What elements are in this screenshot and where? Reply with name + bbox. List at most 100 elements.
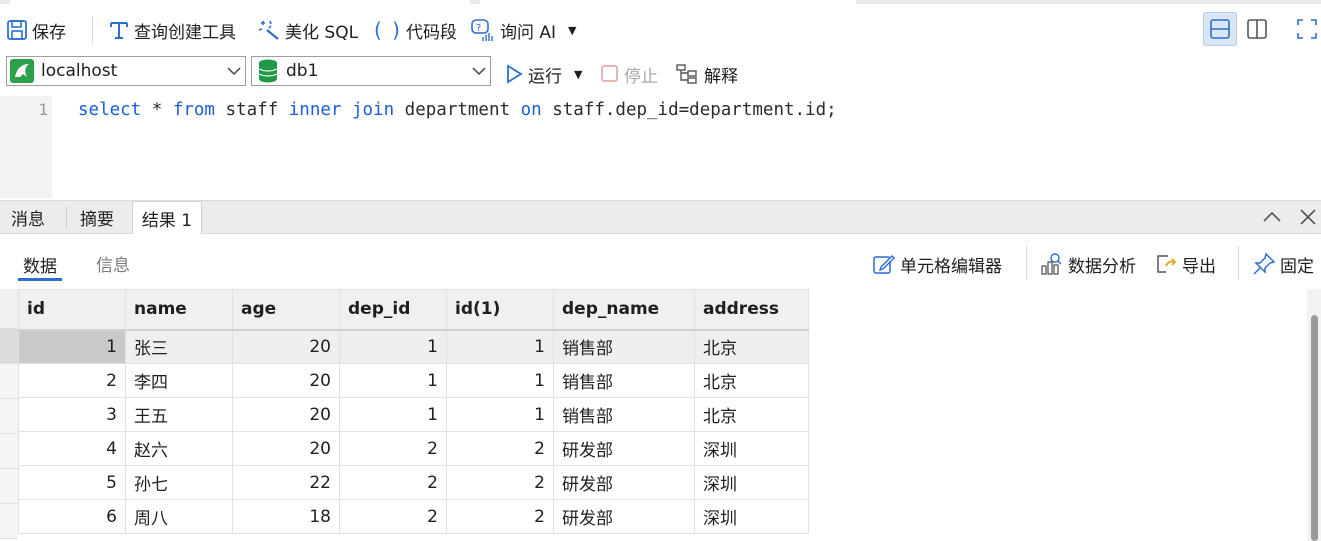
result-table[interactable]: id name age dep_id id(1) dep_name address 1 张三 2…: [18, 289, 809, 534]
table-cell[interactable]: 1: [446, 363, 554, 398]
table-cell[interactable]: 20: [232, 431, 340, 466]
table-cell[interactable]: 张三: [125, 329, 233, 364]
scrollbar-thumb[interactable]: [1311, 315, 1318, 541]
table-cell[interactable]: 研发部: [553, 431, 695, 466]
table-cell[interactable]: 王五: [125, 397, 233, 432]
layout-vertical-button[interactable]: [1240, 12, 1274, 46]
subtab-info[interactable]: 信息: [96, 250, 130, 276]
table-cell[interactable]: 销售部: [553, 363, 695, 398]
caret-down-icon[interactable]: ▼: [574, 68, 582, 81]
column-header[interactable]: dep_id: [339, 289, 447, 331]
save-label: 保存: [32, 22, 66, 43]
sql-code-line[interactable]: select * from staff inner join departmen…: [78, 98, 837, 122]
table-cell[interactable]: 北京: [694, 329, 809, 364]
beautify-sql-button[interactable]: 美化 SQL: [257, 14, 358, 46]
tab-result-1[interactable]: 结果 1: [132, 201, 202, 234]
table-cell[interactable]: 李四: [125, 363, 233, 398]
table-cell[interactable]: 2: [446, 431, 554, 466]
table-cell[interactable]: 20: [232, 397, 340, 432]
pin-button[interactable]: 固定: [1252, 250, 1314, 278]
table-cell[interactable]: 赵六: [125, 431, 233, 466]
table-cell[interactable]: 1: [446, 397, 554, 432]
table-cell[interactable]: 1: [446, 329, 554, 364]
row-header[interactable]: [0, 364, 18, 399]
table-cell[interactable]: 20: [232, 363, 340, 398]
row-header[interactable]: [0, 504, 18, 539]
grid-corner[interactable]: [0, 289, 18, 329]
top-tab-segment[interactable]: [10, 0, 470, 4]
save-button[interactable]: 保存: [6, 14, 66, 46]
result-data-grid[interactable]: id name age dep_id id(1) dep_name address 1 张三 2…: [0, 289, 1321, 541]
table-cell[interactable]: 1: [339, 329, 447, 364]
table-cell[interactable]: 2: [446, 465, 554, 500]
column-header[interactable]: id(1): [446, 289, 554, 331]
table-cell[interactable]: 1: [18, 329, 126, 364]
collapse-panel-button[interactable]: [1260, 205, 1284, 229]
column-header[interactable]: address: [694, 289, 809, 331]
tab-summary[interactable]: 摘要: [66, 201, 128, 234]
table-cell[interactable]: 2: [339, 465, 447, 500]
top-tab-segment[interactable]: [480, 0, 856, 4]
cell-editor-button[interactable]: 单元格编辑器: [872, 250, 1002, 278]
table-cell[interactable]: 2: [18, 363, 126, 398]
table-cell[interactable]: 孙七: [125, 465, 233, 500]
table-cell[interactable]: 深圳: [694, 465, 809, 500]
server-select[interactable]: localhost: [6, 56, 246, 86]
table-cell[interactable]: 6: [18, 499, 126, 534]
table-cell[interactable]: 北京: [694, 363, 809, 398]
table-cell[interactable]: 销售部: [553, 329, 695, 364]
toolbar-divider: [1026, 246, 1027, 280]
row-header[interactable]: [0, 434, 18, 469]
table-cell[interactable]: 22: [232, 465, 340, 500]
ask-ai-button[interactable]: ? 询问 AI ▼: [470, 14, 577, 46]
close-panel-button[interactable]: [1296, 205, 1320, 229]
table-row[interactable]: 5 孙七 22 2 2 研发部 深圳: [18, 465, 809, 500]
code-snippets-button[interactable]: ( ) 代码段: [374, 14, 457, 46]
table-cell[interactable]: 1: [339, 363, 447, 398]
table-cell[interactable]: 销售部: [553, 397, 695, 432]
table-cell[interactable]: 深圳: [694, 431, 809, 466]
export-button[interactable]: 导出: [1154, 250, 1216, 278]
sql-editor[interactable]: 1 select * from staff inner join departm…: [0, 96, 1321, 198]
data-analysis-button[interactable]: 数据分析: [1040, 250, 1136, 278]
subtab-data[interactable]: 数据: [18, 250, 62, 281]
table-cell[interactable]: 20: [232, 329, 340, 364]
row-header[interactable]: [0, 329, 18, 364]
caret-down-icon[interactable]: ▼: [568, 24, 576, 37]
table-cell[interactable]: 北京: [694, 397, 809, 432]
stop-button[interactable]: 停止: [600, 58, 658, 90]
table-cell[interactable]: 深圳: [694, 499, 809, 534]
table-cell[interactable]: 研发部: [553, 465, 695, 500]
tab-messages[interactable]: 消息: [0, 201, 56, 234]
layout-horizontal-button[interactable]: [1203, 12, 1237, 46]
table-header-row: id name age dep_id id(1) dep_name address: [18, 289, 809, 331]
table-row[interactable]: 4 赵六 20 2 2 研发部 深圳: [18, 431, 809, 466]
table-row[interactable]: 2 李四 20 1 1 销售部 北京: [18, 363, 809, 398]
table-row[interactable]: 6 周八 18 2 2 研发部 深圳: [18, 499, 809, 534]
table-cell[interactable]: 2: [339, 499, 447, 534]
table-cell[interactable]: 5: [18, 465, 126, 500]
table-cell[interactable]: 研发部: [553, 499, 695, 534]
explain-button[interactable]: 解释: [676, 58, 738, 90]
table-cell[interactable]: 4: [18, 431, 126, 466]
vertical-scrollbar[interactable]: [1307, 289, 1321, 541]
table-cell[interactable]: 2: [339, 431, 447, 466]
run-button[interactable]: 运行 ▼: [504, 58, 582, 90]
explain-label: 解释: [704, 66, 738, 87]
column-header[interactable]: age: [232, 289, 340, 331]
table-cell[interactable]: 1: [339, 397, 447, 432]
row-header[interactable]: [0, 469, 18, 504]
table-cell[interactable]: 3: [18, 397, 126, 432]
table-cell[interactable]: 18: [232, 499, 340, 534]
table-cell[interactable]: 周八: [125, 499, 233, 534]
table-cell[interactable]: 2: [446, 499, 554, 534]
database-select[interactable]: db1: [251, 56, 491, 86]
query-builder-button[interactable]: 查询创建工具: [108, 14, 236, 46]
column-header[interactable]: name: [125, 289, 233, 331]
table-row[interactable]: 3 王五 20 1 1 销售部 北京: [18, 397, 809, 432]
table-row[interactable]: 1 张三 20 1 1 销售部 北京: [18, 329, 809, 364]
column-header[interactable]: id: [18, 289, 126, 331]
column-header[interactable]: dep_name: [553, 289, 695, 331]
maximize-button[interactable]: [1290, 12, 1321, 46]
row-header[interactable]: [0, 399, 18, 434]
